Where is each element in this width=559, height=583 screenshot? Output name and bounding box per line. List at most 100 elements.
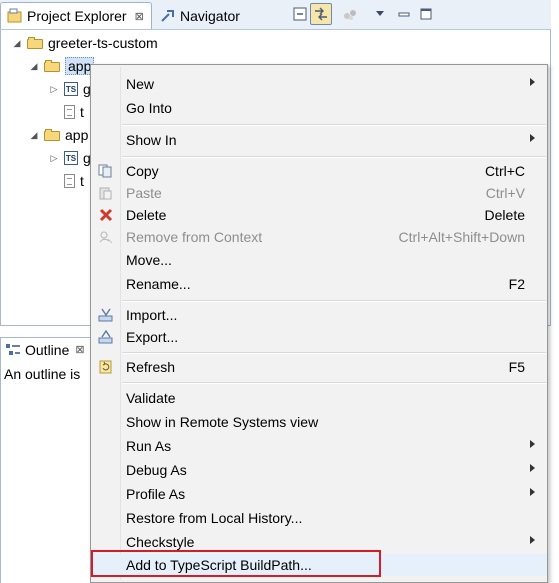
tree-item-file-2[interactable]: t: [64, 170, 84, 192]
menu-item-label: Show In: [126, 132, 177, 148]
menu-item-label: Delete: [126, 207, 167, 223]
navigator-icon: [160, 8, 176, 24]
expanded-arrow-icon[interactable]: ◢: [29, 130, 39, 141]
menu-item-new[interactable]: New: [91, 73, 547, 95]
submenu-arrow-icon: [530, 464, 535, 472]
tree-item-folder-app-1[interactable]: ◢ app: [29, 55, 95, 77]
submenu-arrow-icon: [530, 78, 535, 86]
tree-item-folder-app-2[interactable]: ◢ app: [29, 124, 89, 146]
menu-item-copy[interactable]: Copy Ctrl+C: [91, 160, 547, 182]
collapsed-arrow-icon[interactable]: ▷: [49, 84, 59, 95]
tab-outline[interactable]: Outline ⊠: [0, 337, 95, 361]
menu-item-refresh[interactable]: Refresh F5: [91, 356, 547, 378]
filter-icon[interactable]: [342, 5, 360, 23]
refresh-icon: [98, 360, 114, 374]
menu-item-run-as[interactable]: Run As: [91, 435, 547, 457]
remove-context-icon: [98, 230, 114, 244]
tab-project-explorer[interactable]: Project Explorer ⊠: [0, 2, 152, 29]
menu-separator: [122, 156, 546, 158]
menu-item-restore-local-history[interactable]: Restore from Local History...: [91, 507, 547, 529]
menu-item-label: Checkstyle: [126, 534, 195, 550]
menu-item-label: Paste: [126, 185, 162, 201]
tab-label: Navigator: [180, 7, 240, 24]
tree-item-label: app: [65, 127, 89, 143]
tree-item-ts-file-2[interactable]: ▷ TS g: [49, 147, 91, 169]
menu-item-label: Run As: [126, 438, 172, 454]
menu-item-shortcut: F5: [508, 359, 525, 375]
submenu-arrow-icon: [530, 440, 535, 448]
menu-item-export[interactable]: Export...: [91, 326, 547, 348]
expanded-arrow-icon[interactable]: ◢: [12, 38, 22, 49]
import-icon: [98, 308, 114, 322]
menu-item-paste[interactable]: Paste Ctrl+V: [91, 182, 547, 204]
menu-item-import[interactable]: Import...: [91, 304, 547, 326]
delete-icon: [98, 208, 114, 222]
menu-separator: [122, 352, 546, 354]
tab-label: Outline: [25, 341, 70, 358]
file-icon: [64, 174, 75, 188]
minimize-icon[interactable]: [395, 5, 413, 23]
tree-item-label: t: [80, 104, 84, 120]
menu-item-shortcut: Ctrl+C: [484, 163, 525, 179]
menu-item-rename[interactable]: Rename... F2: [91, 273, 547, 295]
menu-item-validate[interactable]: Validate: [91, 387, 547, 409]
tab-label: Project Explorer: [27, 8, 127, 24]
menu-item-show-in-remote-systems[interactable]: Show in Remote Systems view: [91, 411, 547, 433]
export-icon: [98, 329, 114, 344]
project-folder-icon: [27, 37, 43, 49]
menu-item-label: New: [126, 76, 155, 92]
close-icon[interactable]: ⊠: [135, 10, 144, 23]
menu-item-label: Profile As: [126, 486, 186, 502]
menu-item-label: Move...: [126, 252, 172, 268]
collapsed-arrow-icon[interactable]: ▷: [49, 153, 59, 164]
expanded-arrow-icon[interactable]: ◢: [29, 61, 39, 72]
menu-item-shortcut: Ctrl+Alt+Shift+Down: [398, 229, 525, 245]
view-menu-icon[interactable]: [371, 5, 389, 23]
menu-item-label: Import...: [126, 307, 178, 323]
tab-navigator[interactable]: Navigator: [154, 2, 284, 29]
menu-item-go-into[interactable]: Go Into: [91, 97, 547, 119]
outline-icon: [5, 342, 21, 358]
folder-icon: [44, 60, 60, 72]
submenu-arrow-icon: [530, 488, 535, 496]
highlight-box: [91, 550, 381, 577]
paste-icon: [98, 186, 114, 200]
link-with-editor-icon[interactable]: [310, 3, 332, 25]
folder-icon: [44, 129, 60, 141]
menu-item-label: Go Into: [126, 100, 172, 116]
menu-item-label: Show in Remote Systems view: [126, 414, 319, 430]
menu-item-label: Export...: [126, 329, 179, 345]
collapse-all-icon[interactable]: [291, 5, 309, 23]
menu-separator: [122, 300, 546, 302]
typescript-file-icon: TS: [64, 82, 78, 96]
maximize-icon[interactable]: [417, 5, 435, 23]
copy-icon: [98, 164, 114, 178]
outline-message: An outline is: [4, 366, 81, 382]
menu-item-label: Copy: [126, 163, 159, 179]
tree-item-project[interactable]: ◢ greeter-ts-custom: [12, 32, 158, 54]
context-menu: New Go Into Show In Copy Ctrl+C Paste Ct…: [90, 64, 548, 583]
menu-item-shortcut: Delete: [484, 207, 525, 223]
tree-item-file-1[interactable]: t: [64, 101, 84, 123]
menu-item-move[interactable]: Move...: [91, 249, 547, 271]
menu-item-shortcut: Ctrl+V: [485, 185, 525, 201]
menu-item-show-in[interactable]: Show In: [91, 129, 547, 151]
menu-item-label: Rename...: [126, 276, 191, 292]
menu-separator: [122, 382, 546, 384]
menu-item-profile-as[interactable]: Profile As: [91, 483, 547, 505]
menu-separator: [122, 124, 546, 126]
project-explorer-icon: [7, 8, 23, 24]
menu-item-label: Debug As: [126, 462, 187, 478]
menu-item-remove-from-context[interactable]: Remove from Context Ctrl+Alt+Shift+Down: [91, 226, 547, 248]
menu-item-label: Remove from Context: [126, 229, 263, 245]
menu-item-label: Refresh: [126, 359, 176, 375]
menu-item-label: Restore from Local History...: [126, 510, 303, 526]
close-icon[interactable]: ⊠: [75, 343, 84, 356]
tree-item-ts-file-1[interactable]: ▷ TS g: [49, 78, 91, 100]
typescript-file-icon: TS: [64, 151, 78, 165]
menu-item-label: Validate: [126, 390, 176, 406]
explorer-tab-bar: Project Explorer ⊠ Navigator: [0, 0, 551, 30]
menu-item-delete[interactable]: Delete Delete: [91, 204, 547, 226]
file-icon: [64, 105, 75, 119]
menu-item-debug-as[interactable]: Debug As: [91, 459, 547, 481]
